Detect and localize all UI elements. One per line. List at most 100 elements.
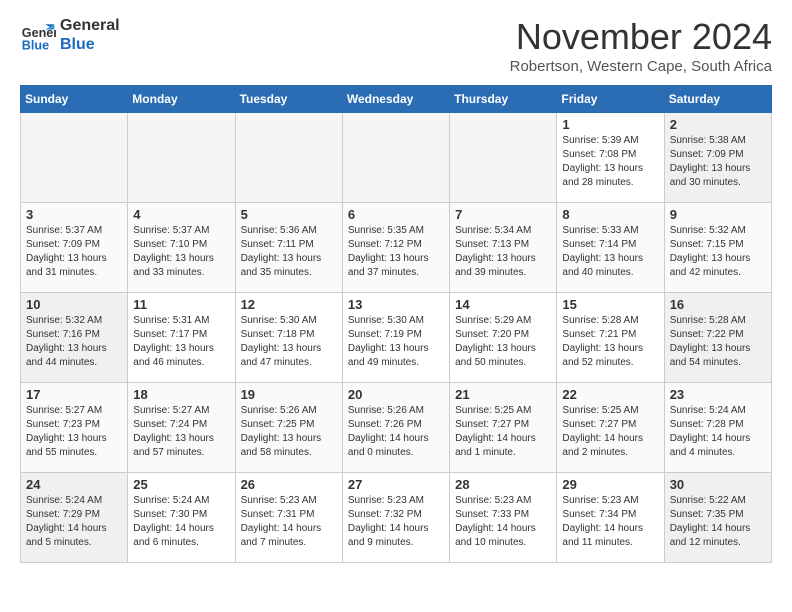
calendar-cell <box>128 113 235 203</box>
day-info: Sunrise: 5:27 AM Sunset: 7:23 PM Dayligh… <box>26 404 122 460</box>
day-number: 12 <box>241 297 337 312</box>
logo-text-blue: Blue <box>60 35 120 54</box>
day-number: 16 <box>670 297 766 312</box>
calendar-cell <box>21 113 128 203</box>
day-info: Sunrise: 5:35 AM Sunset: 7:12 PM Dayligh… <box>348 224 444 280</box>
day-number: 14 <box>455 297 551 312</box>
calendar-cell: 7 Sunrise: 5:34 AM Sunset: 7:13 PM Daylig… <box>450 203 557 293</box>
day-number: 7 <box>455 207 551 222</box>
day-number: 8 <box>562 207 658 222</box>
day-info: Sunrise: 5:29 AM Sunset: 7:20 PM Dayligh… <box>455 314 551 370</box>
calendar-cell: 22 Sunrise: 5:25 AM Sunset: 7:27 PM Dayli… <box>557 383 664 473</box>
day-number: 4 <box>133 207 229 222</box>
day-info: Sunrise: 5:32 AM Sunset: 7:16 PM Dayligh… <box>26 314 122 370</box>
calendar-cell: 11Sunrise: 5:31 AM Sunset: 7:17 PM Dayli… <box>128 293 235 383</box>
day-number: 1 <box>562 117 658 132</box>
calendar-cell <box>235 113 342 203</box>
calendar-cell: 2 Sunrise: 5:38 AM Sunset: 7:09 PM Daylig… <box>664 113 771 203</box>
calendar-cell: 27 Sunrise: 5:23 AM Sunset: 7:32 PM Dayli… <box>342 473 449 563</box>
day-number: 28 <box>455 477 551 492</box>
header-sunday: Sunday <box>21 86 128 113</box>
day-number: 15 <box>562 297 658 312</box>
day-info: Sunrise: 5:37 AM Sunset: 7:09 PM Dayligh… <box>26 224 122 280</box>
calendar-cell: 26 Sunrise: 5:23 AM Sunset: 7:31 PM Dayli… <box>235 473 342 563</box>
day-number: 6 <box>348 207 444 222</box>
day-info: Sunrise: 5:37 AM Sunset: 7:10 PM Dayligh… <box>133 224 229 280</box>
day-info: Sunrise: 5:28 AM Sunset: 7:22 PM Dayligh… <box>670 314 766 370</box>
header-tuesday: Tuesday <box>235 86 342 113</box>
day-info: Sunrise: 5:33 AM Sunset: 7:14 PM Dayligh… <box>562 224 658 280</box>
day-number: 2 <box>670 117 766 132</box>
day-info: Sunrise: 5:28 AM Sunset: 7:21 PM Dayligh… <box>562 314 658 370</box>
day-info: Sunrise: 5:34 AM Sunset: 7:13 PM Dayligh… <box>455 224 551 280</box>
calendar-table: SundayMondayTuesdayWednesdayThursdayFrid… <box>20 85 772 563</box>
header-saturday: Saturday <box>664 86 771 113</box>
day-number: 13 <box>348 297 444 312</box>
day-number: 21 <box>455 387 551 402</box>
logo-text-general: General <box>60 16 120 35</box>
day-number: 17 <box>26 387 122 402</box>
calendar-header-row: SundayMondayTuesdayWednesdayThursdayFrid… <box>21 86 772 113</box>
day-info: Sunrise: 5:36 AM Sunset: 7:11 PM Dayligh… <box>241 224 337 280</box>
calendar-week-2: 3 Sunrise: 5:37 AM Sunset: 7:09 PM Daylig… <box>21 203 772 293</box>
day-info: Sunrise: 5:23 AM Sunset: 7:32 PM Dayligh… <box>348 494 444 550</box>
page-header: General Blue General Blue November 2024 … <box>20 16 772 75</box>
calendar-cell: 16 Sunrise: 5:28 AM Sunset: 7:22 PM Dayli… <box>664 293 771 383</box>
header-monday: Monday <box>128 86 235 113</box>
calendar-cell: 24 Sunrise: 5:24 AM Sunset: 7:29 PM Dayli… <box>21 473 128 563</box>
calendar-week-5: 24 Sunrise: 5:24 AM Sunset: 7:29 PM Dayli… <box>21 473 772 563</box>
day-info: Sunrise: 5:25 AM Sunset: 7:27 PM Dayligh… <box>455 404 551 460</box>
day-number: 18 <box>133 387 229 402</box>
day-info: Sunrise: 5:27 AM Sunset: 7:24 PM Dayligh… <box>133 404 229 460</box>
header-friday: Friday <box>557 86 664 113</box>
calendar-cell: 21 Sunrise: 5:25 AM Sunset: 7:27 PM Dayli… <box>450 383 557 473</box>
day-info: Sunrise: 5:30 AM Sunset: 7:19 PM Dayligh… <box>348 314 444 370</box>
calendar-cell: 23Sunrise: 5:24 AM Sunset: 7:28 PM Dayli… <box>664 383 771 473</box>
calendar-cell: 1 Sunrise: 5:39 AM Sunset: 7:08 PM Daylig… <box>557 113 664 203</box>
location-subtitle: Robertson, Western Cape, South Africa <box>510 58 772 75</box>
calendar-cell: 5 Sunrise: 5:36 AM Sunset: 7:11 PM Daylig… <box>235 203 342 293</box>
day-info: Sunrise: 5:23 AM Sunset: 7:34 PM Dayligh… <box>562 494 658 550</box>
day-info: Sunrise: 5:26 AM Sunset: 7:26 PM Dayligh… <box>348 404 444 460</box>
calendar-cell: 14 Sunrise: 5:29 AM Sunset: 7:20 PM Dayli… <box>450 293 557 383</box>
calendar-cell: 30 Sunrise: 5:22 AM Sunset: 7:35 PM Dayli… <box>664 473 771 563</box>
day-number: 24 <box>26 477 122 492</box>
month-title: November 2024 <box>510 16 772 58</box>
calendar-cell: 8 Sunrise: 5:33 AM Sunset: 7:14 PM Daylig… <box>557 203 664 293</box>
calendar-cell: 9Sunrise: 5:32 AM Sunset: 7:15 PM Daylig… <box>664 203 771 293</box>
day-info: Sunrise: 5:23 AM Sunset: 7:31 PM Dayligh… <box>241 494 337 550</box>
calendar-cell: 25 Sunrise: 5:24 AM Sunset: 7:30 PM Dayli… <box>128 473 235 563</box>
calendar-cell: 15 Sunrise: 5:28 AM Sunset: 7:21 PM Dayli… <box>557 293 664 383</box>
day-number: 9 <box>670 207 766 222</box>
day-info: Sunrise: 5:24 AM Sunset: 7:30 PM Dayligh… <box>133 494 229 550</box>
day-info: Sunrise: 5:38 AM Sunset: 7:09 PM Dayligh… <box>670 134 766 190</box>
day-number: 5 <box>241 207 337 222</box>
day-number: 22 <box>562 387 658 402</box>
day-number: 30 <box>670 477 766 492</box>
calendar-body: 1 Sunrise: 5:39 AM Sunset: 7:08 PM Daylig… <box>21 113 772 563</box>
day-number: 25 <box>133 477 229 492</box>
calendar-cell: 6 Sunrise: 5:35 AM Sunset: 7:12 PM Daylig… <box>342 203 449 293</box>
day-number: 29 <box>562 477 658 492</box>
calendar-cell: 18 Sunrise: 5:27 AM Sunset: 7:24 PM Dayli… <box>128 383 235 473</box>
calendar-week-1: 1 Sunrise: 5:39 AM Sunset: 7:08 PM Daylig… <box>21 113 772 203</box>
day-number: 26 <box>241 477 337 492</box>
calendar-cell: 10Sunrise: 5:32 AM Sunset: 7:16 PM Dayli… <box>21 293 128 383</box>
logo-icon: General Blue <box>20 17 56 53</box>
header-thursday: Thursday <box>450 86 557 113</box>
calendar-cell: 29 Sunrise: 5:23 AM Sunset: 7:34 PM Dayli… <box>557 473 664 563</box>
logo: General Blue General Blue <box>20 16 120 54</box>
calendar-cell: 13 Sunrise: 5:30 AM Sunset: 7:19 PM Dayli… <box>342 293 449 383</box>
day-info: Sunrise: 5:39 AM Sunset: 7:08 PM Dayligh… <box>562 134 658 190</box>
calendar-cell: 3 Sunrise: 5:37 AM Sunset: 7:09 PM Daylig… <box>21 203 128 293</box>
calendar-cell: 20Sunrise: 5:26 AM Sunset: 7:26 PM Dayli… <box>342 383 449 473</box>
day-number: 19 <box>241 387 337 402</box>
day-info: Sunrise: 5:25 AM Sunset: 7:27 PM Dayligh… <box>562 404 658 460</box>
day-number: 27 <box>348 477 444 492</box>
calendar-cell: 28Sunrise: 5:23 AM Sunset: 7:33 PM Dayli… <box>450 473 557 563</box>
day-info: Sunrise: 5:22 AM Sunset: 7:35 PM Dayligh… <box>670 494 766 550</box>
day-number: 3 <box>26 207 122 222</box>
day-info: Sunrise: 5:30 AM Sunset: 7:18 PM Dayligh… <box>241 314 337 370</box>
day-info: Sunrise: 5:24 AM Sunset: 7:29 PM Dayligh… <box>26 494 122 550</box>
svg-text:Blue: Blue <box>22 39 49 53</box>
